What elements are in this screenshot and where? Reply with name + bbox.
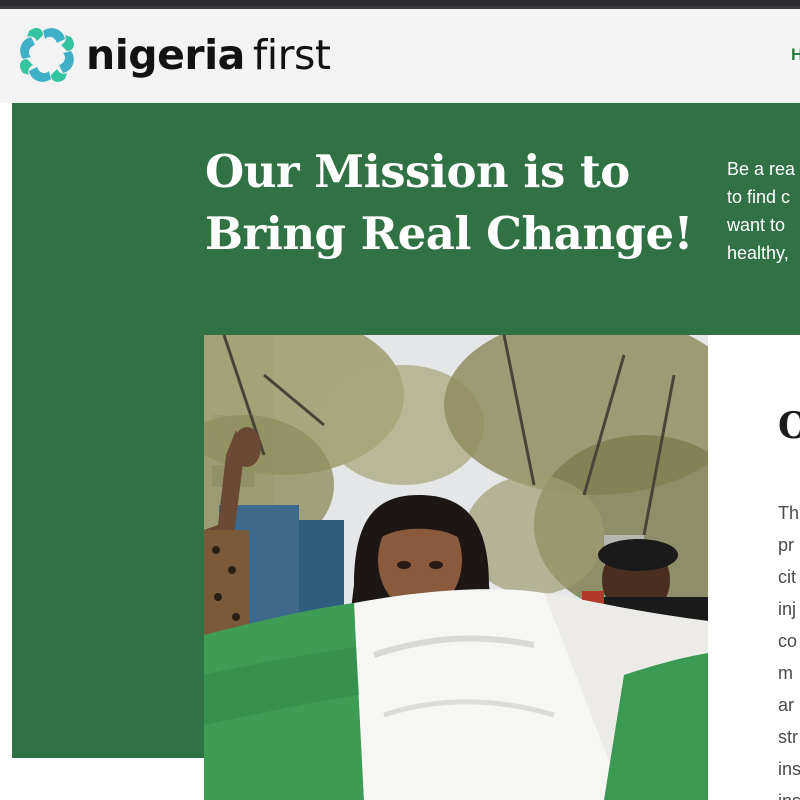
feature-body-line: m bbox=[778, 663, 793, 683]
feature-body-line: inj bbox=[778, 599, 797, 619]
feature-body-line: str bbox=[778, 727, 798, 747]
feature-body-line: pr bbox=[778, 535, 795, 555]
hero-description: Be a rea to find c want to healthy, bbox=[727, 155, 800, 267]
hero-desc-line: healthy, bbox=[727, 243, 789, 263]
feature-body: Th pr cit inj co m ar str ins ins bbox=[778, 497, 800, 800]
protest-flag-photo bbox=[204, 335, 708, 800]
site-header: nigeria first H bbox=[0, 9, 800, 103]
hero-title-line-1: Our Mission is to bbox=[205, 145, 630, 198]
nav-item-home[interactable]: H bbox=[791, 45, 800, 65]
hero-title-line-2: Bring Real Change! bbox=[205, 207, 693, 260]
feature-body-line: cit bbox=[778, 567, 796, 587]
four-hands-logo-icon bbox=[20, 28, 74, 82]
feature-body-line: co bbox=[778, 631, 798, 651]
hero-desc-line: Be a rea bbox=[727, 159, 796, 179]
logo-word-nigeria: nigeria bbox=[86, 30, 245, 79]
feature-body-line: Th bbox=[778, 503, 800, 523]
logo-wordmark: nigeria first bbox=[86, 34, 331, 76]
hero-desc-line: want to bbox=[727, 215, 786, 235]
hero-desc-line: to find c bbox=[727, 187, 791, 207]
feature-body-line: ins bbox=[778, 759, 800, 779]
browser-top-strip bbox=[0, 0, 800, 9]
hero-title: Our Mission is to Bring Real Change! bbox=[205, 141, 705, 265]
logo-word-first: first bbox=[252, 30, 331, 79]
feature-body-line: ins bbox=[778, 785, 800, 800]
feature-heading: O bbox=[778, 405, 800, 447]
site-logo[interactable]: nigeria first bbox=[16, 25, 331, 85]
feature-body-line: ar bbox=[778, 695, 795, 715]
feature-card: O Th pr cit inj co m ar str ins ins bbox=[708, 335, 800, 800]
section-divider bbox=[12, 758, 203, 800]
